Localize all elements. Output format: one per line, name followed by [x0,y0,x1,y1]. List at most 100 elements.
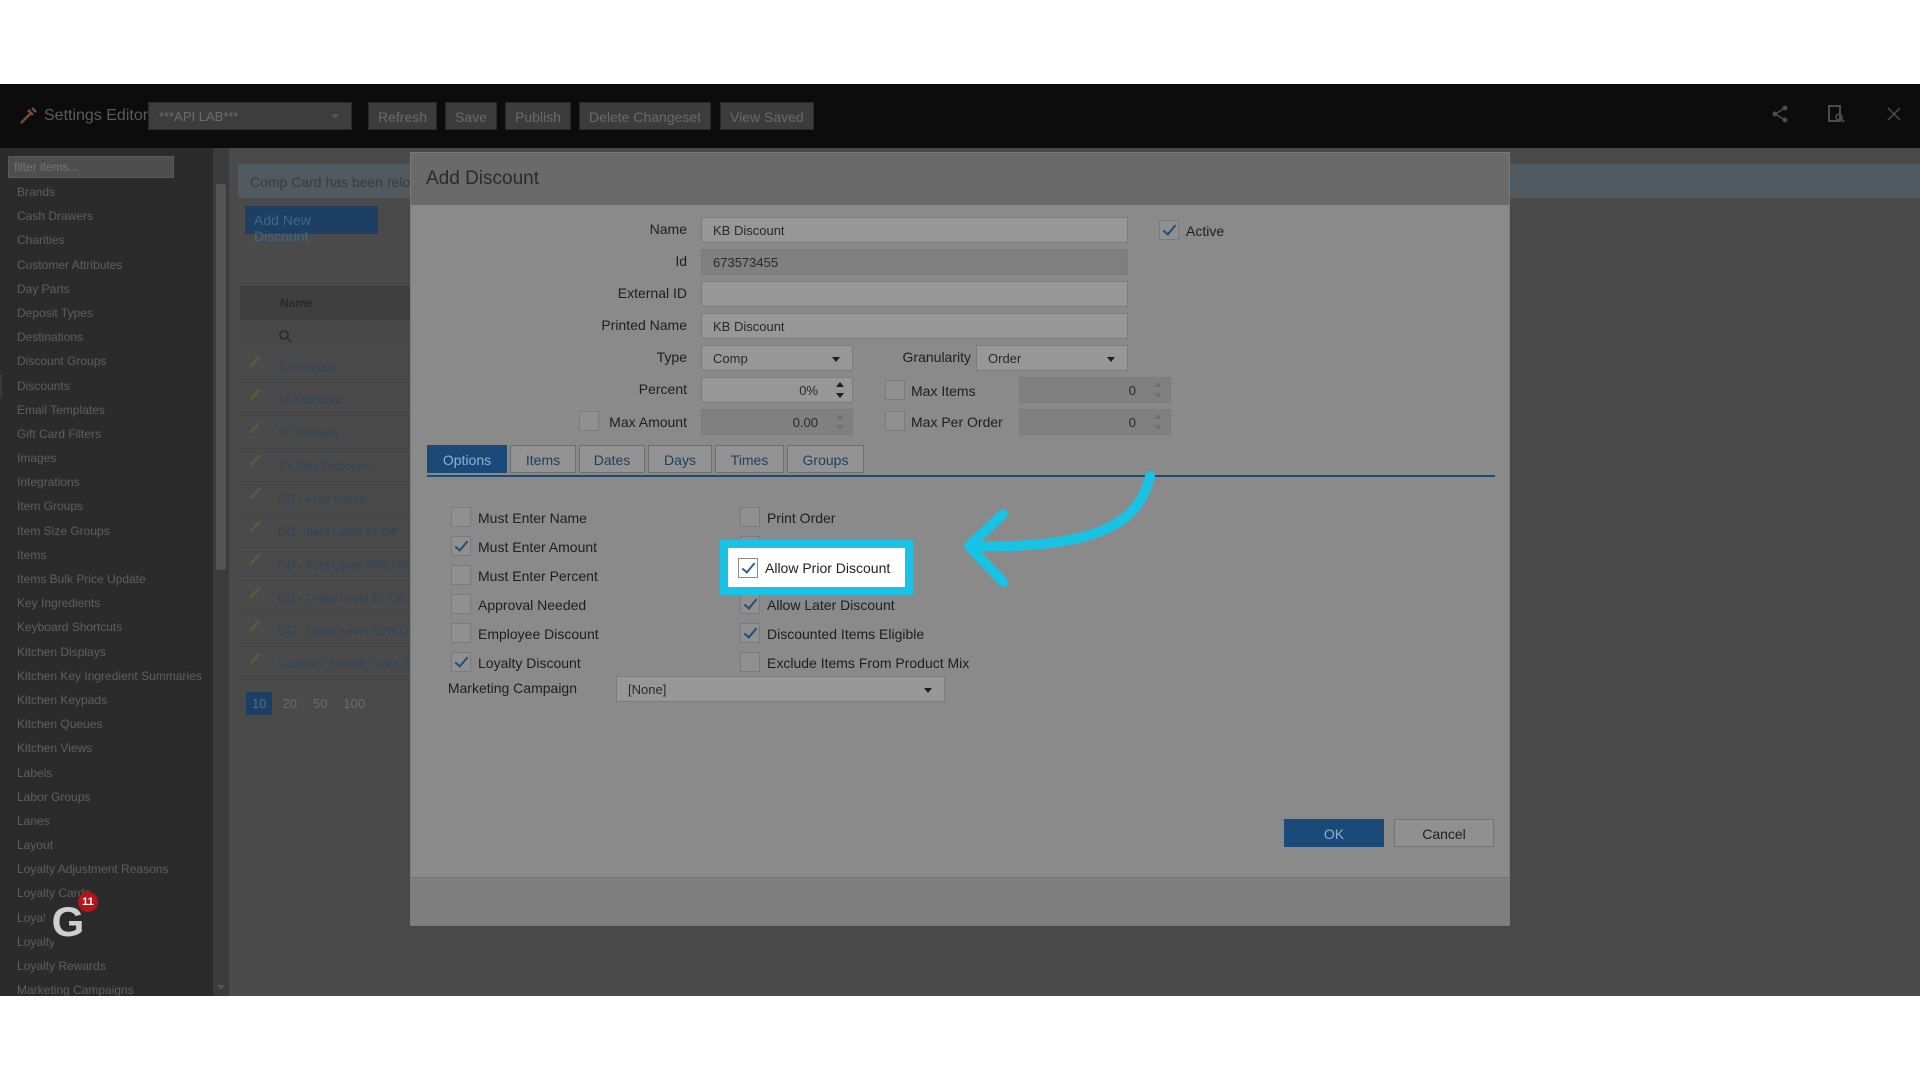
sidebar-item[interactable]: Marketing Campaigns [0,978,213,996]
sidebar-item[interactable]: Items [0,543,213,567]
edit-pencil-icon[interactable] [248,586,262,599]
name-field[interactable]: KB Discount [701,217,1128,243]
row-name: $ Discount [278,360,335,374]
option-checkbox[interactable] [740,623,760,643]
page-size-option[interactable]: 20 [276,692,302,715]
ok-button[interactable]: OK [1284,819,1384,847]
edit-pencil-icon[interactable] [248,487,262,500]
share-icon[interactable] [1768,104,1792,128]
save-button[interactable]: Save [445,102,497,130]
option-label: Allow Later Discount [767,597,895,613]
row-name: % Discount [278,426,339,440]
tab-dates[interactable]: Dates [579,445,645,473]
option-checkbox[interactable] [451,594,471,614]
edit-pencil-icon[interactable] [248,619,262,632]
document-search-icon[interactable] [1824,104,1848,128]
close-icon[interactable] [1882,104,1906,128]
page-size-option[interactable]: 10 [246,692,273,715]
sidebar-item[interactable]: Items Bulk Price Update [0,567,213,591]
sidebar-item[interactable]: Loyalty Adjustment Reasons [0,857,213,881]
sidebar-item[interactable]: Loyalty [0,930,213,954]
delete-changeset-button[interactable]: Delete Changeset [579,102,712,130]
sidebar-item[interactable]: Kitchen Views [0,736,213,760]
active-checkbox[interactable] [1159,220,1179,240]
page-size-option[interactable]: 50 [307,692,333,715]
printed-name-field[interactable]: KB Discount [701,313,1128,339]
option-checkbox[interactable] [740,652,760,672]
tab-times[interactable]: Times [715,445,784,473]
percent-field[interactable]: 0% [701,377,853,403]
sidebar-item[interactable]: Deposit Types [0,301,213,325]
scroll-down-icon[interactable] [217,985,225,990]
option-checkbox[interactable] [451,536,471,556]
option-checkbox[interactable] [451,623,471,643]
sidebar-item[interactable]: Item Groups [0,494,213,518]
sidebar-item[interactable]: Brands [0,180,213,204]
sidebar-item[interactable]: Lanes [0,809,213,833]
allow-prior-discount-checkbox[interactable] [738,558,758,578]
add-new-discount-button[interactable]: Add New Discount [245,206,378,244]
sidebar-item[interactable]: Item Size Groups [0,519,213,543]
sidebar-item[interactable]: Cash Drawers [0,204,213,228]
row-name: DD - Item Level $1 Off [278,525,398,539]
sidebar-item[interactable]: Discount Groups [0,349,213,373]
scrollbar-thumb[interactable] [216,184,226,570]
edit-pencil-icon[interactable] [248,355,262,368]
sidebar-item[interactable]: Kitchen Displays [0,640,213,664]
edit-pencil-icon[interactable] [248,454,262,467]
sidebar-item[interactable]: Loyalty Rewards [0,954,213,978]
edit-pencil-icon[interactable] [248,520,262,533]
edit-pencil-icon[interactable] [248,421,262,434]
sidebar-list: Brands Cash Drawers Charities Customer Attr… [0,180,213,996]
sidebar-item[interactable]: Keyboard Shortcuts [0,615,213,639]
sidebar-item[interactable]: Labor Groups [0,785,213,809]
sidebar-scrollbar[interactable] [213,148,229,996]
sidebar-item[interactable]: Email Templates [0,398,213,422]
sidebar-item[interactable]: Day Parts [0,277,213,301]
page-size-option[interactable]: 100 [337,692,371,715]
highlighted-option[interactable]: Allow Prior Discount [728,548,905,587]
max-per-order-checkbox[interactable] [885,411,905,431]
option-checkbox[interactable] [451,652,471,672]
view-saved-button[interactable]: View Saved [720,102,814,130]
marketing-campaign-select[interactable]: [None] [616,676,945,702]
sidebar-item[interactable]: Destinations [0,325,213,349]
edit-pencil-icon[interactable] [248,553,262,566]
sidebar-item[interactable]: Loyalty [0,906,213,930]
cancel-button[interactable]: Cancel [1394,819,1494,847]
tab-groups[interactable]: Groups [787,445,864,473]
publish-button[interactable]: Publish [505,102,571,130]
edit-pencil-icon[interactable] [248,388,262,401]
sidebar-item[interactable]: Images [0,446,213,470]
option-checkbox[interactable] [740,594,760,614]
environment-select[interactable]: ***API LAB*** [148,102,352,130]
tab-items[interactable]: Items [510,445,576,473]
stepper-icon[interactable] [836,382,844,398]
max-per-order-field: 0 [1019,409,1171,435]
granularity-select[interactable]: Order [976,345,1128,371]
sidebar-item[interactable]: Kitchen Keypads [0,688,213,712]
sidebar-item[interactable]: Charities [0,228,213,252]
option-checkbox[interactable] [451,507,471,527]
type-select[interactable]: Comp [701,345,853,371]
sidebar-item[interactable]: Loyalty Cards [0,881,213,905]
sidebar-item[interactable]: Labels [0,761,213,785]
sidebar-item[interactable]: Integrations [0,470,213,494]
max-items-checkbox[interactable] [885,380,905,400]
option-checkbox[interactable] [740,507,760,527]
filter-input[interactable] [8,156,174,178]
edit-pencil-icon[interactable] [248,652,262,665]
external-id-field[interactable] [701,281,1128,307]
sidebar-item[interactable]: Layout [0,833,213,857]
refresh-button[interactable]: Refresh [368,102,438,130]
option-checkbox[interactable] [451,565,471,585]
sidebar-item[interactable]: Customer Attributes [0,253,213,277]
tab-days[interactable]: Days [648,445,712,473]
sidebar-item[interactable]: Kitchen Queues [0,712,213,736]
sidebar-item[interactable]: Discounts [0,373,213,398]
tab-options[interactable]: Options [427,445,507,473]
grammarly-badge[interactable]: G 11 [44,892,98,946]
sidebar-item[interactable]: Key Ingredients [0,591,213,615]
sidebar-item[interactable]: Gift Card Filters [0,422,213,446]
sidebar-item[interactable]: Kitchen Key Ingredient Summaries [0,664,213,688]
